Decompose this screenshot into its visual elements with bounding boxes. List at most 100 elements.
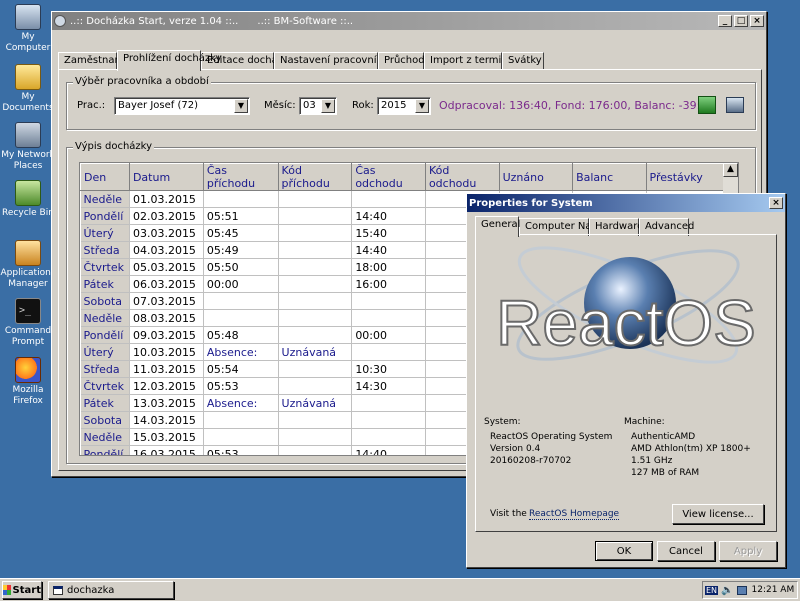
homepage-link[interactable]: ReactOS Homepage [529, 509, 620, 520]
table-cell: 11.03.2015 [129, 360, 204, 378]
tab-import-z-terminalu[interactable]: Import z terminálu [424, 52, 523, 70]
column-header[interactable]: Den [80, 163, 130, 191]
tab-general[interactable]: General [475, 216, 520, 237]
employee-combo[interactable]: Bayer Josef (72) ▼ [114, 97, 250, 115]
maximize-button[interactable]: □ [734, 15, 748, 27]
window-title: ..:: Docházka Start, verze 1.04 ::.. ..:… [70, 15, 354, 27]
month-combo[interactable]: 03 ▼ [299, 97, 337, 115]
table-cell: Uznávaná [278, 394, 353, 412]
desktop-icon-firefox[interactable]: Mozilla Firefox [0, 357, 56, 407]
clock[interactable]: 12:21 AM [752, 585, 795, 595]
start-logo-icon [3, 585, 11, 595]
column-header[interactable]: Kód příchodu [277, 163, 353, 191]
dialog-titlebar[interactable]: Properties for System × [467, 194, 785, 212]
ok-button[interactable]: OK [595, 541, 653, 561]
table-cell: 16.03.2015 [129, 445, 204, 455]
desktop-icon-recycle-bin[interactable]: Recycle Bin [0, 180, 56, 219]
desktop-icon-documents-folder[interactable]: My Documents [0, 64, 56, 114]
system-os: ReactOS Operating System [490, 432, 613, 442]
table-cell: Středa [80, 360, 130, 378]
desktop-icon-label: My Network Places [1, 150, 55, 171]
table-cell [351, 428, 426, 446]
table-cell [278, 292, 353, 310]
table-cell: 14:40 [351, 241, 426, 259]
table-cell [203, 428, 279, 446]
desktop-icon-network-places[interactable]: My Network Places [0, 122, 56, 172]
table-cell: Pondělí [80, 207, 130, 225]
desktop-icon-label: My Computer [5, 32, 51, 53]
minimize-button[interactable]: _ [718, 15, 732, 27]
dialog-title: Properties for System [469, 197, 593, 209]
network-places-icon [15, 122, 41, 148]
scroll-up-icon[interactable]: ▲ [723, 163, 738, 177]
view-license-button[interactable]: View license... [672, 504, 764, 524]
table-cell: 10:30 [351, 360, 426, 378]
column-header[interactable]: Uznáno [498, 163, 574, 191]
table-cell: Absence: [203, 343, 279, 361]
dialog-close-button[interactable]: × [769, 197, 783, 209]
window-icon [53, 585, 63, 595]
column-header[interactable]: Čas odchodu [351, 163, 426, 191]
column-header[interactable]: Balanc [572, 163, 647, 191]
listing-group-title: Výpis docházky [73, 141, 155, 152]
excel-export-icon[interactable] [698, 96, 716, 114]
taskbar: Start dochazka EN 🔈 12:21 AM [0, 578, 800, 601]
table-cell [278, 309, 353, 327]
attendance-titlebar[interactable]: ..:: Docházka Start, verze 1.04 ::.. ..:… [52, 12, 766, 30]
system-tray: EN 🔈 12:21 AM [702, 581, 798, 599]
table-cell [203, 411, 279, 429]
filter-group: Výběr pracovníka a období Prac.: Bayer J… [66, 76, 756, 130]
visit-prefix: Visit the [490, 509, 527, 519]
tab-zamestnanci[interactable]: Zaměstnanci [58, 52, 129, 70]
column-header[interactable]: Kód odchodu [424, 163, 500, 191]
desktop-icon-command-prompt[interactable]: >_ Command Prompt [0, 298, 56, 348]
year-combo[interactable]: 2015 ▼ [377, 97, 431, 115]
system-build: 20160208-r70702 [490, 456, 572, 466]
firefox-icon [15, 357, 41, 383]
table-cell: 05:53 [203, 445, 279, 455]
tab-nastaveni-pracovni-doby[interactable]: Nastavení pracovní doby [274, 52, 404, 70]
machine-vendor: AuthenticAMD [631, 432, 696, 442]
tab-prohlizeni-dochazky[interactable]: Prohlížení docházky [117, 50, 222, 71]
table-cell: 14:40 [351, 445, 426, 455]
chevron-down-icon[interactable]: ▼ [321, 99, 335, 113]
desktop-icon-label: Recycle Bin [2, 208, 54, 218]
tab-svatky[interactable]: Svátky [502, 52, 544, 70]
close-button[interactable]: × [750, 15, 764, 27]
table-cell: Pondělí [80, 326, 130, 344]
table-cell [351, 411, 426, 429]
print-icon[interactable] [726, 97, 744, 113]
desktop-icon-applications-manager[interactable]: Applications Manager [0, 240, 56, 290]
table-cell: 07.03.2015 [129, 292, 204, 310]
taskbar-item-dochazka[interactable]: dochazka [48, 581, 174, 599]
system-label: System: [484, 417, 521, 427]
table-cell: 16:00 [351, 275, 426, 293]
desktop-icon-computer[interactable]: My Computer [0, 4, 56, 54]
network-icon[interactable] [736, 585, 747, 595]
table-cell: 08.03.2015 [129, 309, 204, 327]
apply-button[interactable]: Apply [719, 541, 777, 561]
column-header[interactable]: Datum [128, 163, 204, 191]
machine-label: Machine: [624, 417, 665, 427]
table-cell [278, 207, 353, 225]
tab-pruchody[interactable]: Průchody [378, 52, 431, 70]
table-cell: 03.03.2015 [129, 224, 204, 242]
language-indicator[interactable]: EN [705, 585, 719, 595]
cancel-button[interactable]: Cancel [657, 541, 715, 561]
table-cell: Čtvrtek [80, 377, 130, 395]
volume-icon[interactable]: 🔈 [721, 585, 733, 596]
chevron-down-icon[interactable]: ▼ [234, 99, 248, 113]
table-cell: 14:30 [351, 377, 426, 395]
start-button[interactable]: Start [2, 581, 42, 599]
table-cell: Sobota [80, 411, 130, 429]
table-cell: 09.03.2015 [129, 326, 204, 344]
dialog-tab-page: ReactOS System: ReactOS Operating System… [475, 234, 777, 532]
table-cell: 15.03.2015 [129, 428, 204, 446]
desktop-icon-label: Command Prompt [4, 326, 52, 347]
table-cell: 05:48 [203, 326, 279, 344]
table-cell: Pondělí [80, 445, 130, 455]
column-header[interactable]: Čas příchodu [202, 163, 279, 191]
chevron-down-icon[interactable]: ▼ [415, 99, 429, 113]
desktop-icon-label: My Documents [2, 92, 54, 113]
applications-manager-icon [15, 240, 41, 266]
